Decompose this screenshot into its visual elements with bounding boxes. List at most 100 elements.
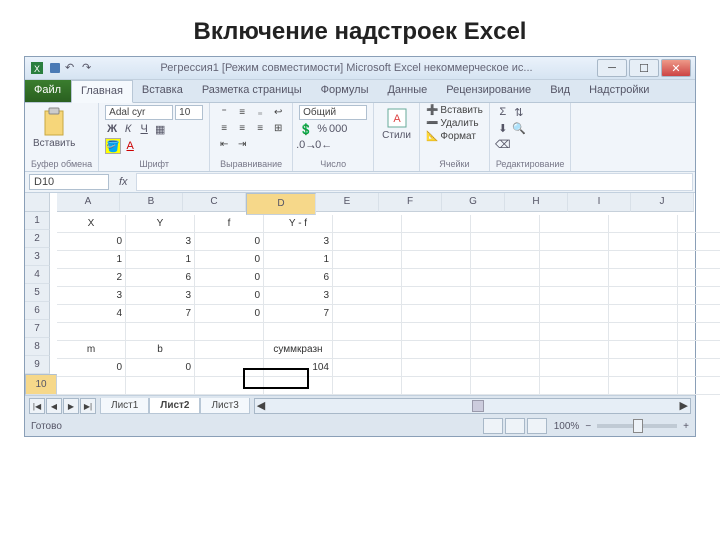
sort-filter-icon[interactable]: ⇅: [512, 105, 526, 119]
cell[interactable]: b: [126, 341, 195, 359]
column-header[interactable]: A: [57, 193, 120, 212]
cell[interactable]: [609, 341, 678, 359]
tab-insert[interactable]: Вставка: [133, 80, 193, 102]
cell[interactable]: 0: [195, 233, 264, 251]
column-header[interactable]: D: [246, 193, 316, 215]
number-format-select[interactable]: Общий: [299, 105, 367, 120]
cell[interactable]: [402, 269, 471, 287]
align-right-icon[interactable]: ≡: [252, 121, 268, 135]
cell[interactable]: [609, 287, 678, 305]
cell[interactable]: [540, 251, 609, 269]
cell[interactable]: [609, 323, 678, 341]
font-size-select[interactable]: 10: [175, 105, 203, 120]
insert-cells-button[interactable]: ➕Вставить: [426, 105, 483, 116]
cell[interactable]: [195, 377, 264, 395]
bold-button[interactable]: Ж: [105, 122, 119, 136]
format-cells-button[interactable]: 📐Формат: [426, 131, 483, 142]
cell[interactable]: [678, 323, 720, 341]
formula-input[interactable]: [136, 173, 693, 191]
column-header[interactable]: F: [379, 193, 442, 212]
redo-icon[interactable]: ↷: [82, 61, 96, 75]
indent-decrease-icon[interactable]: ⇤: [216, 137, 232, 151]
tab-file[interactable]: Файл: [25, 80, 71, 102]
cell[interactable]: [609, 269, 678, 287]
paste-button[interactable]: Вставить: [31, 105, 77, 151]
column-header[interactable]: C: [183, 193, 246, 212]
cell[interactable]: суммкразн: [264, 341, 333, 359]
prev-sheet-button[interactable]: ◀: [46, 398, 62, 414]
select-all-corner[interactable]: [25, 193, 50, 212]
delete-cells-button[interactable]: ➖Удалить: [426, 118, 483, 129]
cell[interactable]: [678, 341, 720, 359]
fill-icon[interactable]: ⬇: [496, 121, 510, 135]
cell[interactable]: 7: [264, 305, 333, 323]
cell[interactable]: [195, 323, 264, 341]
sheet-tab-2[interactable]: Лист2: [149, 398, 200, 414]
cell[interactable]: 0: [195, 269, 264, 287]
cell[interactable]: 0: [57, 233, 126, 251]
undo-icon[interactable]: ↶: [65, 61, 79, 75]
cell[interactable]: m: [57, 341, 126, 359]
fx-icon[interactable]: fx: [113, 176, 134, 188]
tab-view[interactable]: Вид: [541, 80, 580, 102]
horizontal-scrollbar[interactable]: ◀▶: [254, 398, 691, 414]
cell[interactable]: [402, 305, 471, 323]
zoom-out-button[interactable]: −: [585, 421, 591, 432]
cell[interactable]: [471, 377, 540, 395]
decrease-decimal-icon[interactable]: .0←: [315, 138, 329, 152]
cell[interactable]: [264, 323, 333, 341]
cell[interactable]: [57, 377, 126, 395]
cell[interactable]: [678, 269, 720, 287]
save-icon[interactable]: [48, 61, 62, 75]
cell[interactable]: [333, 287, 402, 305]
cell[interactable]: 1: [126, 251, 195, 269]
row-header[interactable]: 5: [25, 284, 50, 302]
cell[interactable]: 2: [57, 269, 126, 287]
cell[interactable]: 0: [57, 359, 126, 377]
cell[interactable]: [402, 359, 471, 377]
cell[interactable]: [609, 233, 678, 251]
clear-icon[interactable]: ⌫: [496, 137, 510, 151]
cell[interactable]: [540, 359, 609, 377]
cell[interactable]: [402, 323, 471, 341]
cell[interactable]: 6: [264, 269, 333, 287]
cell[interactable]: [678, 251, 720, 269]
percent-icon[interactable]: %: [315, 122, 329, 136]
page-layout-view-button[interactable]: [505, 418, 525, 434]
cell[interactable]: [678, 287, 720, 305]
cell[interactable]: [195, 359, 264, 377]
row-header[interactable]: 6: [25, 302, 50, 320]
align-bottom-icon[interactable]: ₌: [252, 105, 268, 119]
cell[interactable]: [402, 341, 471, 359]
cell[interactable]: [195, 341, 264, 359]
comma-icon[interactable]: 000: [331, 122, 345, 136]
cell[interactable]: Y: [126, 215, 195, 233]
normal-view-button[interactable]: [483, 418, 503, 434]
cell[interactable]: [333, 323, 402, 341]
column-header[interactable]: H: [505, 193, 568, 212]
last-sheet-button[interactable]: ▶|: [80, 398, 96, 414]
tab-home[interactable]: Главная: [71, 80, 133, 103]
column-header[interactable]: B: [120, 193, 183, 212]
cell[interactable]: [333, 341, 402, 359]
cell[interactable]: [333, 269, 402, 287]
indent-increase-icon[interactable]: ⇥: [234, 137, 250, 151]
cell[interactable]: [126, 377, 195, 395]
page-break-view-button[interactable]: [527, 418, 547, 434]
name-box[interactable]: D10: [29, 174, 109, 190]
row-header[interactable]: 10: [25, 374, 57, 395]
cell[interactable]: [57, 323, 126, 341]
cell[interactable]: [678, 359, 720, 377]
cell[interactable]: [333, 359, 402, 377]
column-header[interactable]: E: [316, 193, 379, 212]
fill-color-button[interactable]: 🪣: [105, 138, 121, 154]
cell[interactable]: [540, 341, 609, 359]
cell[interactable]: [609, 251, 678, 269]
cell[interactable]: [471, 287, 540, 305]
first-sheet-button[interactable]: |◀: [29, 398, 45, 414]
cell[interactable]: [471, 251, 540, 269]
cell[interactable]: [471, 233, 540, 251]
column-header[interactable]: I: [568, 193, 631, 212]
cell[interactable]: [333, 377, 402, 395]
cell[interactable]: [540, 377, 609, 395]
